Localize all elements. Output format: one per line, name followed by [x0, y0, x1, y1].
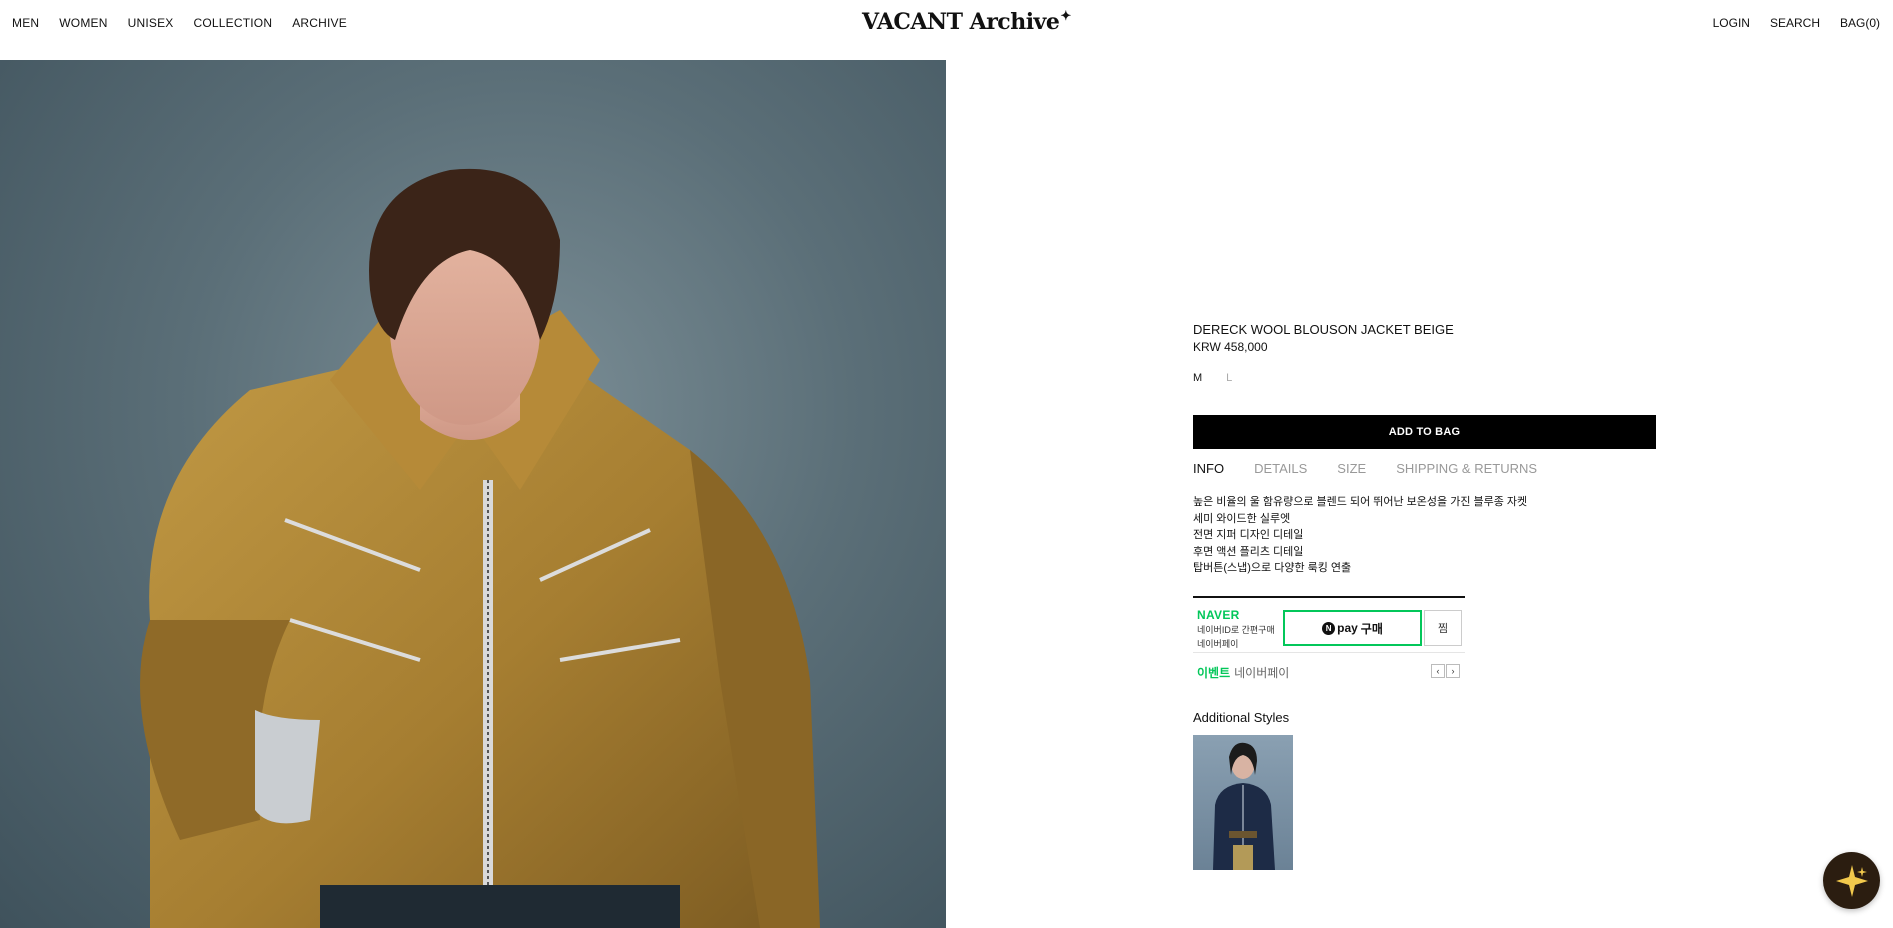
main-nav: MEN WOMEN UNISEX COLLECTION ARCHIVE [12, 16, 367, 30]
product-price: KRW 458,000 [1193, 340, 1268, 354]
naver-pay-brand: NAVER 네이버ID로 간편구매 네이버페이 [1197, 608, 1275, 650]
size-selector: M L [1193, 372, 1256, 384]
npay-pay-label: pay [1337, 621, 1358, 635]
naver-pay-buy-button[interactable]: N pay 구매 [1283, 610, 1422, 646]
naver-sub-line1: 네이버ID로 간편구매 [1197, 625, 1275, 635]
additional-style-thumbnail[interactable] [1193, 735, 1293, 870]
thumbnail-illustration [1213, 742, 1275, 870]
product-main-image[interactable] [0, 60, 946, 928]
info-line: 후면 액션 플리츠 디테일 [1193, 545, 1304, 558]
nav-women[interactable]: WOMEN [59, 16, 107, 30]
site-logo[interactable]: VACANT Archive✦ [862, 9, 1071, 35]
nav-men[interactable]: MEN [12, 16, 39, 30]
nav-archive[interactable]: ARCHIVE [292, 16, 347, 30]
site-header: MEN WOMEN UNISEX COLLECTION ARCHIVE VACA… [0, 0, 1893, 48]
info-line: 높은 비율의 울 함유량으로 블렌드 되어 뛰어난 보온성을 가진 블루종 자켓 [1193, 496, 1528, 508]
naver-pay-widget: NAVER 네이버ID로 간편구매 네이버페이 N pay 구매 찜 이벤트 네이… [1193, 596, 1465, 680]
product-info-tabs: INFO DETAILS SIZE SHIPPING & RETURNS [1193, 461, 1567, 476]
account-nav: LOGIN SEARCH BAG(0) [1693, 16, 1880, 30]
sparkle-icon [1835, 864, 1868, 897]
size-option-l[interactable]: L [1226, 372, 1232, 384]
chevron-right-icon[interactable]: › [1446, 664, 1460, 678]
size-option-m[interactable]: M [1193, 372, 1202, 384]
chat-widget-button[interactable] [1823, 852, 1880, 909]
logo-text: VACANT Archive [862, 9, 1060, 35]
naver-n-icon: N [1322, 621, 1336, 635]
tab-shipping-returns[interactable]: SHIPPING & RETURNS [1396, 461, 1537, 476]
event-pager: ‹ › [1430, 664, 1460, 678]
add-to-bag-button[interactable]: ADD TO BAG [1193, 415, 1656, 449]
divider [1193, 652, 1465, 653]
event-label: 이벤트 [1197, 666, 1231, 680]
product-title: DERECK WOOL BLOUSON JACKET BEIGE [1193, 322, 1454, 337]
tab-size[interactable]: SIZE [1337, 461, 1366, 476]
info-line: 탑버튼(스냅)으로 다양한 룩킹 연출 [1193, 562, 1352, 575]
naver-wishlist-button[interactable]: 찜 [1424, 610, 1462, 646]
tab-info[interactable]: INFO [1193, 461, 1224, 476]
bag-link[interactable]: BAG(0) [1840, 16, 1880, 30]
model-jacket-illustration [140, 168, 820, 928]
naver-sub-line2: 네이버페이 [1197, 639, 1239, 649]
search-link[interactable]: SEARCH [1770, 16, 1820, 30]
npay-buy-label: 구매 [1360, 621, 1383, 636]
info-line: 전면 지퍼 디자인 디테일 [1193, 529, 1304, 542]
star-icon: ✦ [1060, 9, 1071, 24]
login-link[interactable]: LOGIN [1713, 16, 1750, 30]
product-info-text: 높은 비율의 울 함유량으로 블렌드 되어 뛰어난 보온성을 가진 블루종 자켓… [1193, 494, 1527, 577]
naver-event[interactable]: 이벤트 네이버페이 [1197, 664, 1289, 681]
nav-unisex[interactable]: UNISEX [128, 16, 174, 30]
event-name: 네이버페이 [1234, 666, 1290, 680]
chevron-left-icon[interactable]: ‹ [1431, 664, 1445, 678]
tab-details[interactable]: DETAILS [1254, 461, 1307, 476]
info-line: 세미 와이드한 실루엣 [1193, 512, 1291, 525]
additional-styles-title: Additional Styles [1193, 710, 1290, 725]
nav-collection[interactable]: COLLECTION [194, 16, 273, 30]
naver-logo: NAVER [1197, 608, 1240, 622]
